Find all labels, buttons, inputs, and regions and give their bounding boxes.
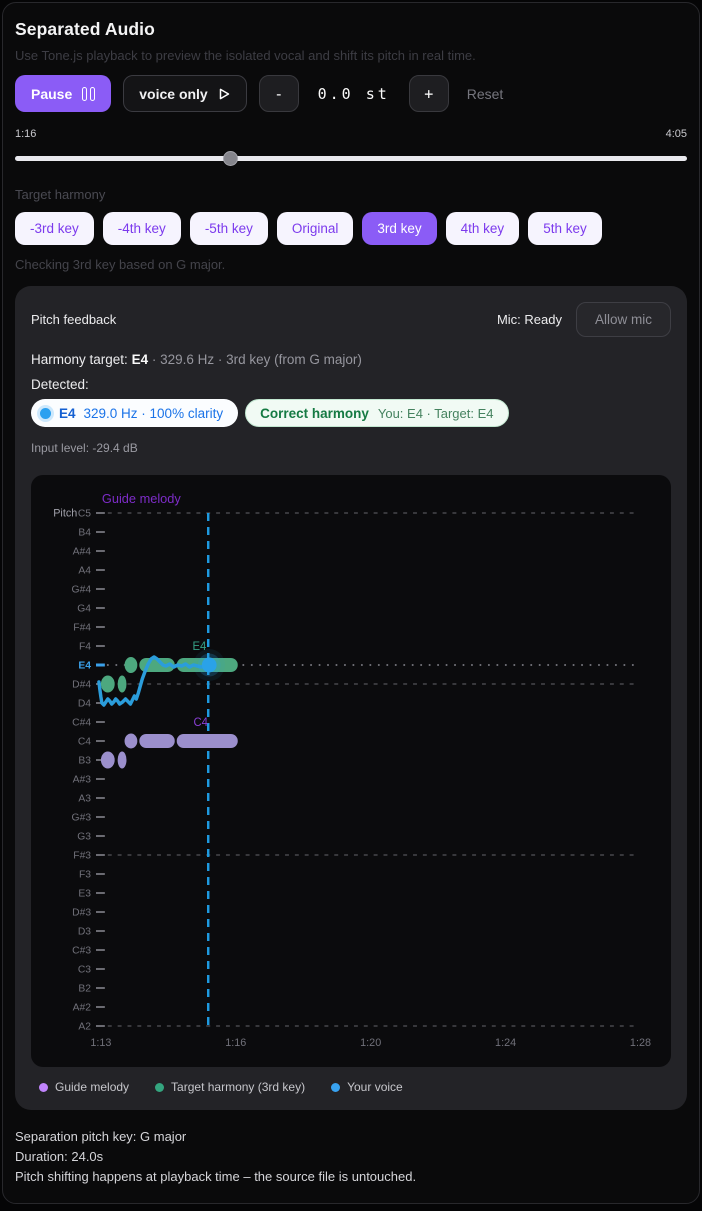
harmony-status-detail: You: E4 · Target: E4 (378, 406, 494, 421)
svg-text:F#3: F#3 (73, 850, 91, 861)
transport-controls: Pause voice only - 0.0 st + Reset (15, 75, 687, 112)
pitch-chart-svg: C5 B4 A#4 A4 G#4 G4 F#4 F4 E4 D#4 D4 C#4 C4 B3 A#3 A3 G#… (31, 475, 671, 1067)
svg-text:A4: A4 (78, 565, 91, 576)
svg-text:C#3: C#3 (72, 945, 91, 956)
legend-dot-icon (39, 1083, 48, 1092)
voice-only-label: voice only (139, 86, 207, 102)
svg-text:G3: G3 (77, 831, 91, 842)
svg-text:B4: B4 (78, 527, 91, 538)
page-subtitle: Use Tone.js playback to preview the isol… (15, 48, 687, 63)
harmony-key-list: -3rd key -4th key -5th key Original3rd key 4… (15, 212, 687, 245)
seek-track[interactable] (15, 156, 687, 161)
svg-text:D3: D3 (78, 926, 91, 937)
footer-line-2: Pitch shifting happens at playback time … (15, 1167, 687, 1187)
pitch-feedback-card: Pitch feedback Mic: Ready Allow mic Harm… (15, 286, 687, 1110)
svg-text:F4: F4 (79, 641, 91, 652)
harmony-key-button-6[interactable]: 5th key (528, 212, 602, 245)
harmony-hint: Checking 3rd key based on G major. (15, 257, 687, 272)
detected-detail: 329.0 Hz · 100% clarity (84, 406, 224, 421)
legend-item-2: Your voice (331, 1080, 403, 1094)
harmony-key-button-1[interactable]: -4th key (103, 212, 181, 245)
pitch-chart: C5 B4 A#4 A4 G#4 G4 F#4 F4 E4 D#4 D4 C#4 C4 B3 A#3 A3 G#… (31, 475, 671, 1067)
svg-text:Pitch: Pitch (53, 507, 77, 519)
harmony-target-detail: · 329.6 Hz · 3rd key (from G major) (152, 352, 362, 367)
svg-text:C#4: C#4 (72, 717, 91, 728)
svg-text:A2: A2 (78, 1021, 91, 1032)
semitone-value: 0.0 st (311, 85, 397, 103)
svg-text:F#4: F#4 (73, 622, 91, 633)
svg-text:A#4: A#4 (73, 546, 92, 557)
harmony-target-line: Harmony target: E4 · 329.6 Hz · 3rd key … (31, 352, 671, 367)
play-outline-icon (217, 87, 231, 101)
svg-text:1:20: 1:20 (360, 1037, 381, 1049)
total-time: 4:05 (666, 128, 687, 140)
svg-text:1:16: 1:16 (225, 1037, 246, 1049)
svg-text:C5: C5 (78, 508, 91, 519)
harmony-key-button-4[interactable]: 3rd key (362, 212, 436, 245)
harmony-target-note: E4 (132, 352, 149, 367)
footer-notes: Separation pitch key: G majorDuration: 2… (15, 1127, 687, 1187)
detected-note: E4 (59, 406, 76, 421)
seek-slider[interactable] (15, 151, 687, 166)
elapsed-time: 1:16 (15, 128, 36, 140)
harmony-status-badge: Correct harmony You: E4 · Target: E4 (245, 399, 508, 427)
mic-status: Mic: Ready (497, 312, 562, 327)
svg-text:C4: C4 (78, 736, 91, 747)
svg-text:E3: E3 (78, 888, 91, 899)
svg-text:1:13: 1:13 (90, 1037, 111, 1049)
footer-line-0: Separation pitch key: G major (15, 1127, 687, 1147)
harmony-status: Correct harmony (260, 406, 369, 421)
svg-text:F3: F3 (79, 869, 91, 880)
svg-text:A#3: A#3 (73, 774, 92, 785)
voice-only-button[interactable]: voice only (123, 75, 246, 112)
svg-text:1:24: 1:24 (495, 1037, 516, 1049)
svg-text:G#4: G#4 (72, 584, 92, 595)
harmony-key-button-5[interactable]: 4th key (446, 212, 520, 245)
time-row: 1:16 4:05 (15, 128, 687, 140)
pause-button[interactable]: Pause (15, 75, 111, 112)
svg-text:C4: C4 (193, 717, 208, 729)
footer-line-1: Duration: 24.0s (15, 1147, 687, 1167)
pitch-down-button[interactable]: - (259, 75, 299, 112)
svg-text:A#2: A#2 (73, 1002, 92, 1013)
svg-text:Guide melody: Guide melody (102, 491, 181, 506)
allow-mic-button[interactable]: Allow mic (576, 302, 671, 337)
legend-item-0: Guide melody (39, 1080, 129, 1094)
harmony-key-button-0[interactable]: -3rd key (15, 212, 94, 245)
svg-text:D#4: D#4 (72, 679, 91, 690)
svg-text:G#3: G#3 (72, 812, 92, 823)
svg-text:D#3: D#3 (72, 907, 91, 918)
seek-thumb[interactable] (223, 151, 238, 166)
pause-icon (82, 87, 95, 101)
harmony-key-button-2[interactable]: -5th key (190, 212, 268, 245)
svg-text:B2: B2 (78, 983, 91, 994)
reset-button[interactable]: Reset (461, 82, 510, 106)
svg-text:E4: E4 (78, 660, 91, 671)
svg-text:G4: G4 (77, 603, 91, 614)
detected-label: Detected: (31, 377, 671, 392)
input-level: Input level: -29.4 dB (31, 441, 671, 455)
legend-item-1: Target harmony (3rd key) (155, 1080, 305, 1094)
card-title: Pitch feedback (31, 312, 116, 327)
pitch-dot-icon (40, 408, 51, 419)
harmony-target-label: Harmony target: (31, 352, 128, 367)
pitch-up-button[interactable]: + (409, 75, 449, 112)
detected-pitch-badge: E4 329.0 Hz · 100% clarity (31, 399, 238, 427)
harmony-key-button-3[interactable]: Original (277, 212, 354, 245)
pause-button-label: Pause (31, 86, 72, 102)
separated-audio-panel: Separated Audio Use Tone.js playback to … (2, 2, 700, 1204)
svg-text:1:28: 1:28 (630, 1037, 651, 1049)
target-harmony-label: Target harmony (15, 187, 687, 202)
chart-legend: Guide melody Target harmony (3rd key) Your… (31, 1080, 671, 1094)
svg-text:D4: D4 (78, 698, 91, 709)
legend-dot-icon (331, 1083, 340, 1092)
page-title: Separated Audio (15, 19, 687, 40)
svg-text:C3: C3 (78, 964, 91, 975)
svg-text:A3: A3 (78, 793, 91, 804)
legend-dot-icon (155, 1083, 164, 1092)
svg-text:B3: B3 (78, 755, 91, 766)
